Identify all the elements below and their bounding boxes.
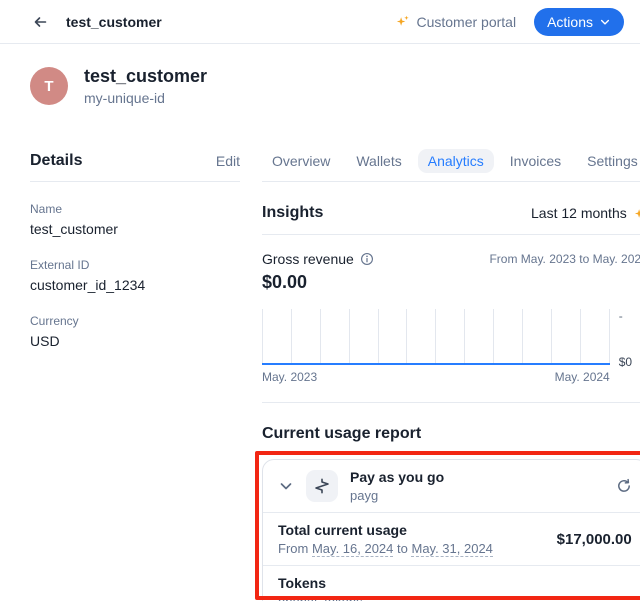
avatar: T bbox=[30, 67, 68, 105]
metric-row-tokens: Tokens openai_tokens bbox=[263, 565, 640, 601]
tab-analytics[interactable]: Analytics bbox=[418, 149, 494, 173]
gross-revenue-chart: - $0 bbox=[262, 309, 640, 365]
chart-gridline bbox=[378, 309, 379, 363]
y-tick-top: - bbox=[619, 309, 623, 323]
customer-unique-id: my-unique-id bbox=[84, 90, 207, 106]
sparkles-icon bbox=[633, 206, 640, 221]
total-usage-label: Total current usage bbox=[278, 522, 493, 538]
total-usage-amount: $17,000.00 bbox=[557, 531, 632, 548]
tab-invoices[interactable]: Invoices bbox=[500, 149, 571, 173]
section-divider bbox=[262, 402, 640, 403]
details-divider bbox=[30, 181, 240, 182]
actions-button-label: Actions bbox=[547, 14, 593, 30]
gross-revenue-label: Gross revenue bbox=[262, 251, 354, 267]
tab-wallets[interactable]: Wallets bbox=[346, 149, 411, 173]
metric-period: From May. 2023 to May. 2024 bbox=[489, 252, 640, 266]
tab-bar: Overview Wallets Analytics Invoices Sett… bbox=[262, 148, 640, 174]
field-label: External ID bbox=[30, 258, 240, 272]
chart-x-axis: May. 2023 May. 2024 bbox=[262, 370, 640, 384]
metric-name: Tokens bbox=[278, 575, 363, 591]
insights-divider bbox=[262, 234, 640, 235]
chart-gridline bbox=[522, 309, 523, 363]
expand-toggle-button[interactable] bbox=[278, 478, 294, 494]
chart-gridline bbox=[493, 309, 494, 363]
content-panel: Overview Wallets Analytics Invoices Sett… bbox=[262, 148, 640, 601]
tab-settings[interactable]: Settings bbox=[577, 149, 640, 173]
edit-details-button[interactable]: Edit bbox=[216, 153, 240, 169]
chart-gridline bbox=[349, 309, 350, 363]
main-content: Details Edit Name test_customer External… bbox=[0, 106, 640, 601]
refresh-button[interactable] bbox=[616, 478, 632, 494]
chart-gridline bbox=[609, 309, 610, 363]
field-value: test_customer bbox=[30, 221, 240, 237]
plan-icon-square bbox=[306, 470, 338, 502]
details-panel: Details Edit Name test_customer External… bbox=[30, 148, 240, 601]
tab-overview[interactable]: Overview bbox=[262, 149, 340, 173]
period-from-word: From bbox=[278, 541, 308, 556]
usage-card-wrap: Pay as you go payg Total current usage bbox=[262, 459, 640, 601]
chart-gridline bbox=[406, 309, 407, 363]
chart-gridline bbox=[551, 309, 552, 363]
plan-code: payg bbox=[350, 488, 444, 503]
chart-y-axis: - $0 bbox=[610, 309, 640, 365]
period-start-date[interactable]: May. 16, 2024 bbox=[312, 541, 393, 557]
field-label: Currency bbox=[30, 314, 240, 328]
period-to-word: to bbox=[397, 541, 408, 556]
time-range-label: Last 12 months bbox=[531, 205, 627, 221]
field-value: customer_id_1234 bbox=[30, 277, 240, 293]
chart-gridline bbox=[262, 309, 263, 363]
x-tick-right: May. 2024 bbox=[555, 370, 610, 384]
chart-gridline bbox=[320, 309, 321, 363]
metric-code: openai_tokens bbox=[278, 594, 363, 601]
customer-header: T test_customer my-unique-id bbox=[0, 44, 640, 106]
topbar-title: test_customer bbox=[66, 14, 162, 30]
plan-name: Pay as you go bbox=[350, 469, 444, 485]
tabs-divider bbox=[262, 181, 640, 182]
pulse-activity-icon bbox=[314, 478, 330, 494]
period-end-date[interactable]: May. 31, 2024 bbox=[411, 541, 492, 557]
customer-name: test_customer bbox=[84, 66, 207, 87]
refresh-icon bbox=[616, 478, 632, 494]
detail-field-name: Name test_customer bbox=[30, 202, 240, 237]
back-button[interactable] bbox=[32, 14, 48, 30]
time-range-selector[interactable]: Last 12 months bbox=[531, 205, 640, 221]
top-bar: test_customer Customer portal Actions bbox=[0, 0, 640, 44]
chart-gridline bbox=[580, 309, 581, 363]
info-icon[interactable] bbox=[360, 252, 374, 266]
chart-plot bbox=[262, 309, 610, 365]
plan-header-row: Pay as you go payg bbox=[263, 460, 640, 512]
details-heading: Details bbox=[30, 152, 82, 170]
actions-button[interactable]: Actions bbox=[534, 8, 624, 36]
field-value: USD bbox=[30, 333, 240, 349]
customer-portal-label: Customer portal bbox=[416, 14, 516, 30]
detail-field-external-id: External ID customer_id_1234 bbox=[30, 258, 240, 293]
chart-gridline bbox=[291, 309, 292, 363]
customer-portal-link[interactable]: Customer portal bbox=[395, 14, 516, 30]
detail-field-currency: Currency USD bbox=[30, 314, 240, 349]
insights-heading: Insights bbox=[262, 204, 323, 222]
arrow-left-icon bbox=[32, 14, 48, 30]
field-label: Name bbox=[30, 202, 240, 216]
gross-revenue-value: $0.00 bbox=[262, 272, 640, 293]
y-tick-bottom: $0 bbox=[619, 355, 632, 369]
total-usage-row: Total current usage From May. 16, 2024 t… bbox=[263, 512, 640, 565]
chart-gridline bbox=[464, 309, 465, 363]
sparkles-icon bbox=[395, 14, 410, 29]
x-tick-left: May. 2023 bbox=[262, 370, 317, 384]
usage-card: Pay as you go payg Total current usage bbox=[262, 459, 640, 601]
usage-report-heading: Current usage report bbox=[262, 425, 640, 443]
chevron-down-icon bbox=[599, 16, 611, 28]
chart-gridline bbox=[435, 309, 436, 363]
chevron-down-icon bbox=[278, 478, 294, 494]
